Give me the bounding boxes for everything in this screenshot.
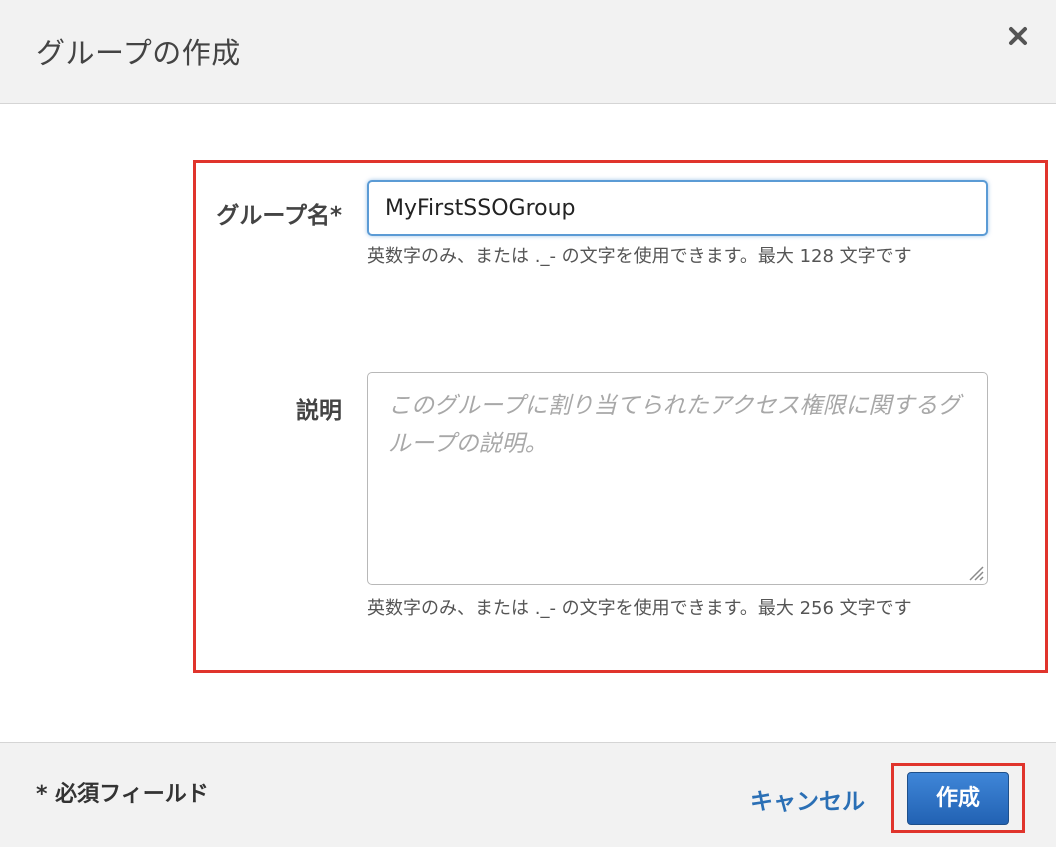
required-fields-note: * 必須フィールド <box>36 782 209 807</box>
group-name-label: グループ名* <box>216 203 342 229</box>
cancel-button[interactable]: キャンセル <box>750 782 865 816</box>
description-label: 説明 <box>296 398 342 424</box>
close-icon[interactable] <box>1004 22 1032 50</box>
description-hint: 英数字のみ、または ._- の文字を使用できます。最大 256 文字です <box>367 598 912 619</box>
dialog-footer: * 必須フィールド キャンセル 作成 <box>0 742 1056 847</box>
group-name-input[interactable] <box>367 180 988 236</box>
group-name-hint: 英数字のみ、または ._- の文字を使用できます。最大 128 文字です <box>367 246 912 267</box>
description-textarea[interactable] <box>367 372 988 585</box>
dialog-header: グループの作成 <box>0 0 1056 104</box>
create-group-dialog: グループの作成 グループ名* 英数字のみ、または ._- の文字を使用できます。… <box>0 0 1056 847</box>
dialog-title: グループの作成 <box>36 36 241 70</box>
resize-grip-icon[interactable] <box>966 563 984 581</box>
create-button[interactable]: 作成 <box>907 772 1009 825</box>
